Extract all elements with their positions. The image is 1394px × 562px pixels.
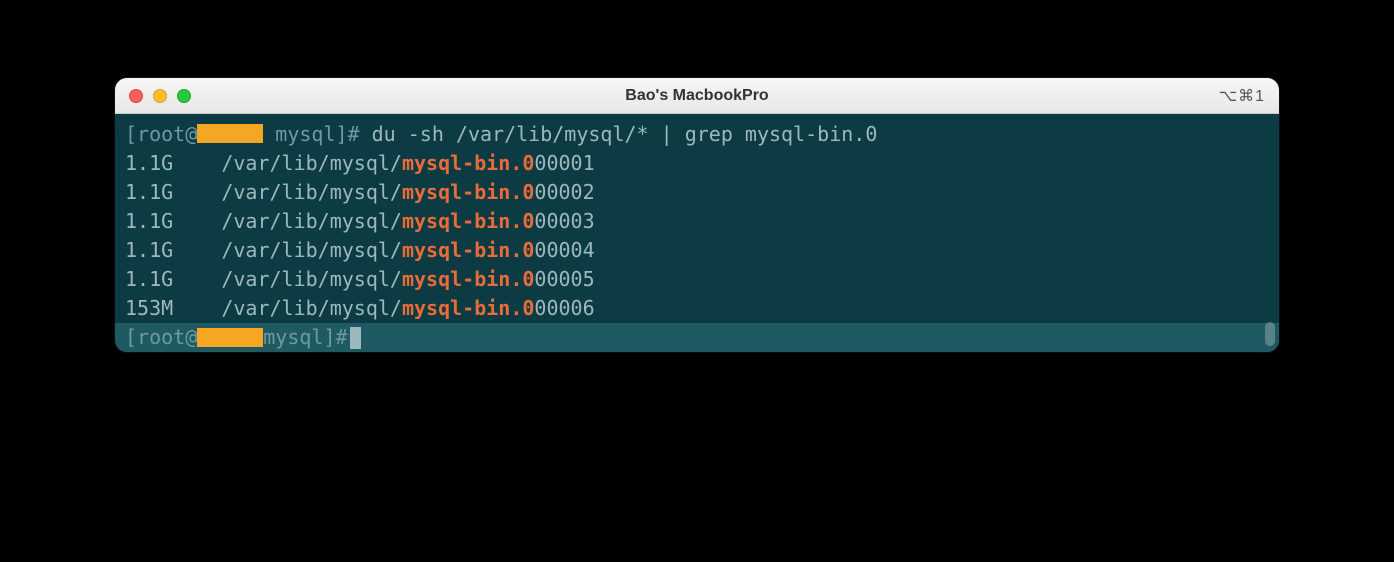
file-path-suffix: 00003 (534, 209, 594, 233)
zoom-button[interactable] (177, 89, 191, 103)
grep-match: mysql-bin.0 (402, 180, 534, 204)
titlebar[interactable]: Bao's MacbookPro ⌥⌘1 (115, 78, 1279, 114)
file-path-prefix: /var/lib/mysql/ (221, 180, 402, 204)
file-size: 1.1G (125, 209, 221, 233)
current-prompt-line[interactable]: [root@ mysql]# (115, 323, 1279, 352)
prompt-user: root (137, 122, 185, 146)
file-size: 1.1G (125, 238, 221, 262)
file-path-prefix: /var/lib/mysql/ (221, 238, 402, 262)
output-row: 1.1G /var/lib/mysql/mysql-bin.000004 (125, 236, 1269, 265)
file-size: 1.1G (125, 180, 221, 204)
output-row: 1.1G /var/lib/mysql/mysql-bin.000003 (125, 207, 1269, 236)
scrollbar-thumb[interactable] (1265, 322, 1275, 346)
prompt-end: ]# (336, 122, 372, 146)
output-row: 1.1G /var/lib/mysql/mysql-bin.000005 (125, 265, 1269, 294)
window-shortcut: ⌥⌘1 (1219, 86, 1265, 106)
file-path-prefix: /var/lib/mysql/ (221, 209, 402, 233)
prompt-open: [ (125, 122, 137, 146)
file-size: 153M (125, 296, 221, 320)
prompt-end: ]# (323, 323, 347, 352)
output-row: 1.1G /var/lib/mysql/mysql-bin.000001 (125, 149, 1269, 178)
file-path-prefix: /var/lib/mysql/ (221, 267, 402, 291)
prompt-dir: mysql (263, 323, 323, 352)
file-size: 1.1G (125, 151, 221, 175)
prompt-user: root (137, 323, 185, 352)
command-line: [root@ mysql]# du -sh /var/lib/mysql/* |… (125, 120, 1269, 149)
traffic-lights (129, 89, 191, 103)
output-row: 153M /var/lib/mysql/mysql-bin.000006 (125, 294, 1269, 323)
file-path-prefix: /var/lib/mysql/ (221, 151, 402, 175)
window-title: Bao's MacbookPro (115, 87, 1279, 105)
file-path-suffix: 00002 (534, 180, 594, 204)
file-path-suffix: 00005 (534, 267, 594, 291)
grep-match: mysql-bin.0 (402, 267, 534, 291)
close-button[interactable] (129, 89, 143, 103)
prompt-at: @ (185, 122, 197, 146)
minimize-button[interactable] (153, 89, 167, 103)
file-path-suffix: 00001 (534, 151, 594, 175)
output-rows: 1.1G /var/lib/mysql/mysql-bin.0000011.1G… (125, 149, 1269, 323)
file-size: 1.1G (125, 267, 221, 291)
grep-match: mysql-bin.0 (402, 209, 534, 233)
file-path-suffix: 00004 (534, 238, 594, 262)
hostname-redaction (197, 328, 263, 347)
grep-match: mysql-bin.0 (402, 238, 534, 262)
file-path-prefix: /var/lib/mysql/ (221, 296, 402, 320)
cursor (350, 327, 361, 349)
prompt-at: @ (185, 323, 197, 352)
grep-match: mysql-bin.0 (402, 296, 534, 320)
hostname-redaction (197, 124, 263, 143)
prompt-dir: mysql (263, 122, 335, 146)
grep-match: mysql-bin.0 (402, 151, 534, 175)
command-text: du -sh /var/lib/mysql/* | grep mysql-bin… (372, 122, 878, 146)
prompt-open: [ (125, 323, 137, 352)
terminal-window: Bao's MacbookPro ⌥⌘1 [root@ mysql]# du -… (115, 78, 1279, 352)
output-row: 1.1G /var/lib/mysql/mysql-bin.000002 (125, 178, 1269, 207)
terminal-body[interactable]: [root@ mysql]# du -sh /var/lib/mysql/* |… (115, 114, 1279, 352)
file-path-suffix: 00006 (534, 296, 594, 320)
